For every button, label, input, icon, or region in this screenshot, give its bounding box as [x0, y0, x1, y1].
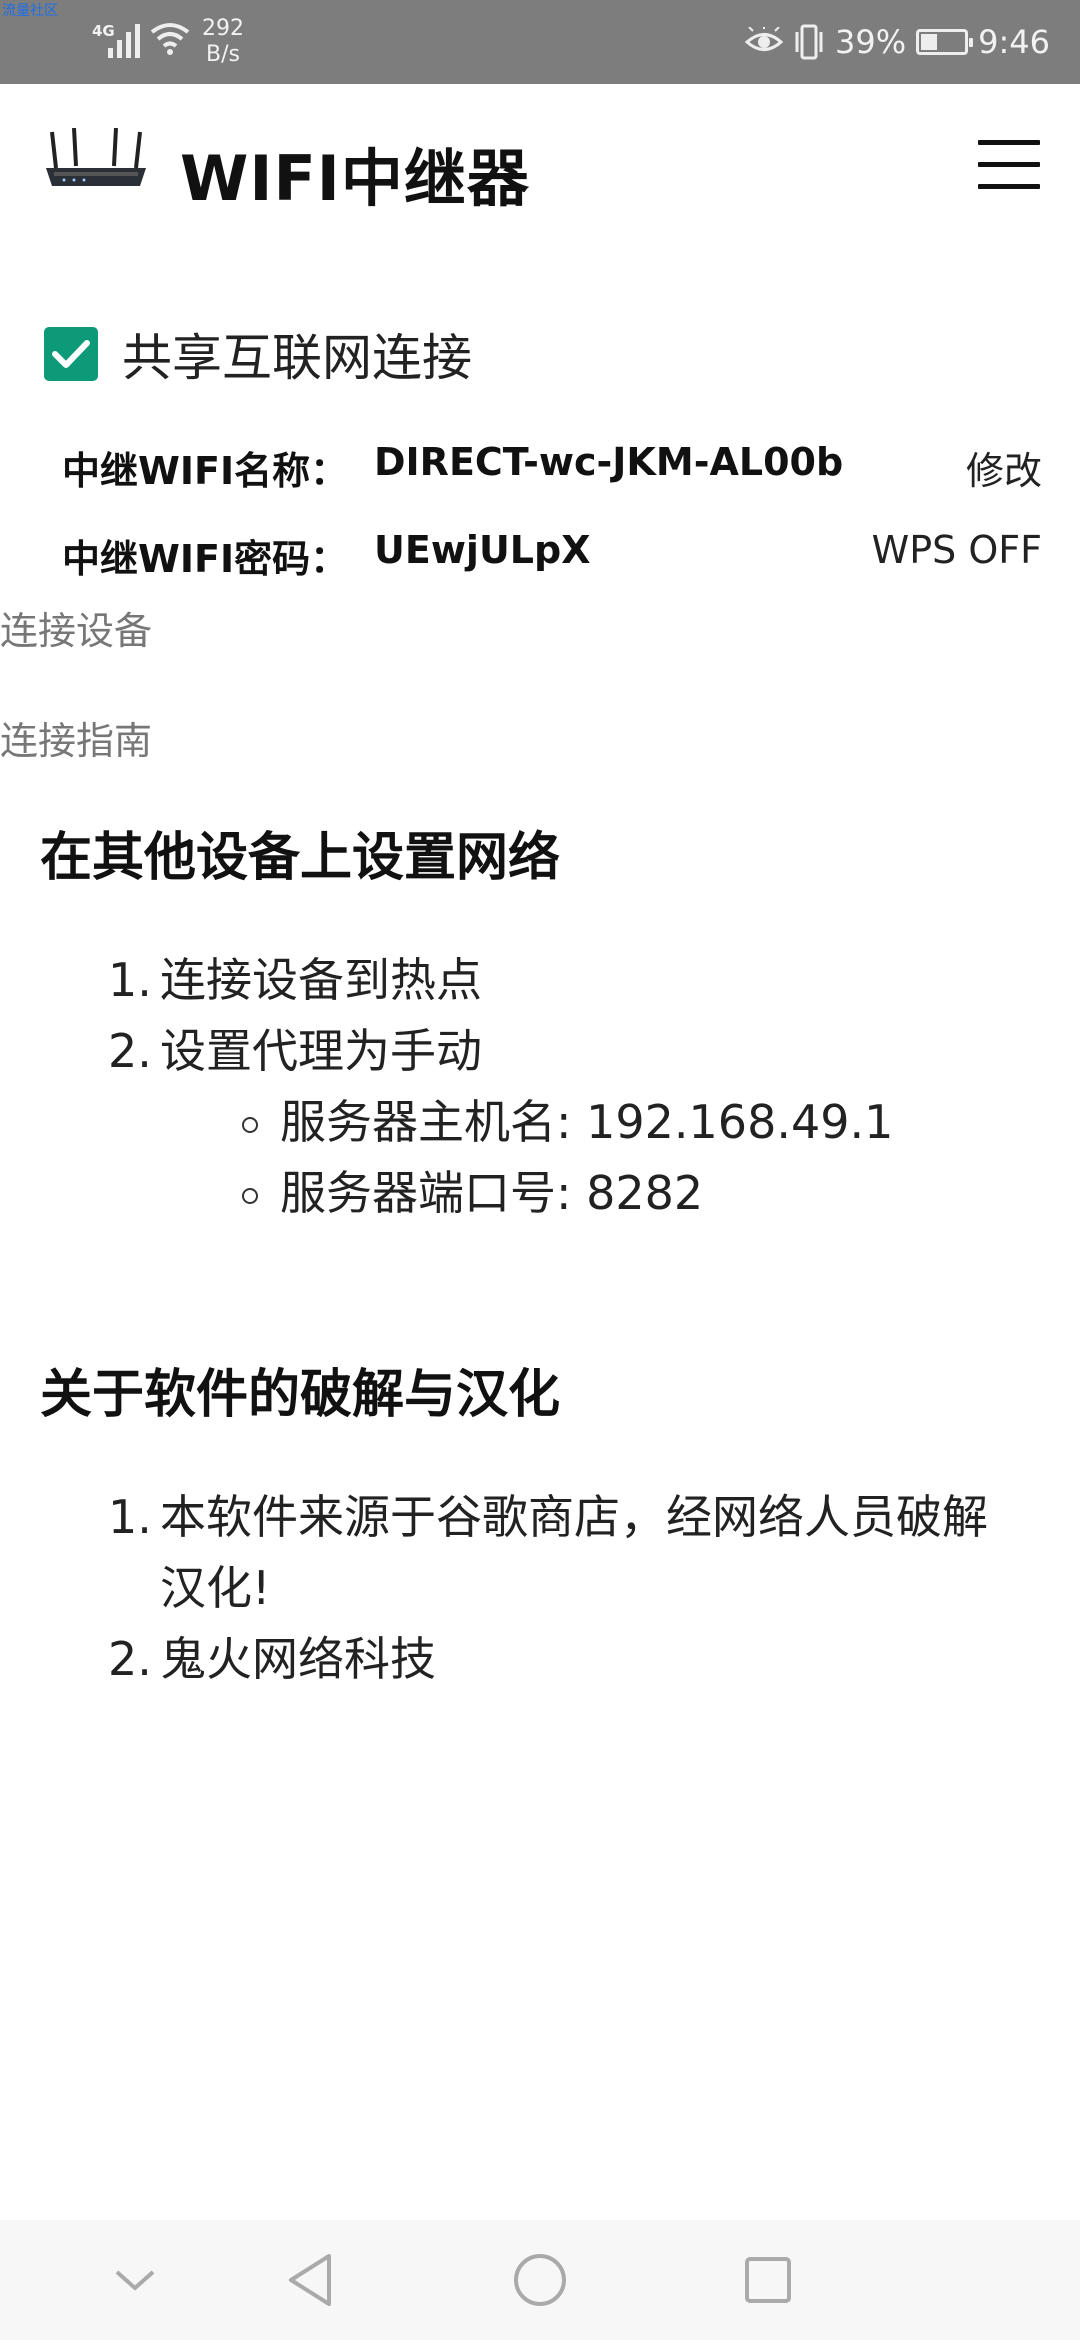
wps-toggle-button[interactable]: WPS OFF — [872, 528, 1042, 572]
connection-guide-link[interactable]: 连接指南 — [0, 710, 152, 765]
status-overlay-text: 流量社区 — [2, 3, 58, 19]
list-item: 1. 本软件来源于谷歌商店，经网络人员破解 汉化! — [108, 1482, 988, 1624]
wifi-password-value: UEwjULpX — [374, 528, 591, 572]
wifi-name-value: DIRECT-wc-JKM-AL00b — [374, 440, 844, 484]
hamburger-menu-icon[interactable] — [978, 140, 1040, 190]
list-text: 设置代理为手动 — [160, 1024, 482, 1078]
sub-list-item: 服务器端口号: 8282 — [108, 1158, 893, 1229]
list-item: 2. 鬼火网络科技 — [108, 1624, 988, 1695]
app-bar: WIFI中继器 — [0, 84, 1080, 254]
system-nav-bar — [0, 2220, 1080, 2340]
list-number: 1. — [108, 1490, 152, 1544]
server-port: 服务器端口号: 8282 — [280, 1166, 704, 1220]
recents-icon[interactable] — [738, 2250, 798, 2310]
battery-percent: 39% — [835, 23, 907, 61]
share-label: 共享互联网连接 — [122, 329, 472, 387]
network-speed: 292 B/s — [202, 16, 244, 68]
speed-unit: B/s — [206, 42, 240, 67]
sub-list-item: 服务器主机名: 192.168.49.1 — [108, 1087, 893, 1158]
list-number: 2. — [108, 1632, 152, 1686]
bullet-icon — [242, 1188, 258, 1204]
eye-icon — [745, 27, 784, 51]
vibrate-icon — [795, 24, 823, 60]
modify-button[interactable]: 修改 — [966, 440, 1042, 495]
list-number: 1. — [108, 953, 152, 1007]
server-hostname: 服务器主机名: 192.168.49.1 — [280, 1095, 894, 1149]
wifi-password-label: 中继WIFI密码： — [62, 537, 349, 581]
list-text: 鬼火网络科技 — [160, 1632, 436, 1686]
wifi-icon — [150, 23, 190, 55]
bullet-icon — [242, 1117, 258, 1133]
collapse-chevron-icon[interactable] — [105, 2250, 165, 2310]
connected-devices-link[interactable]: 连接设备 — [0, 600, 152, 655]
battery-icon — [916, 29, 974, 55]
router-icon — [46, 128, 146, 186]
list-text: 连接设备到热点 — [160, 953, 482, 1007]
clock: 9:46 — [978, 23, 1050, 61]
back-icon[interactable] — [280, 2250, 340, 2310]
list-item: 1. 连接设备到热点 — [108, 945, 893, 1016]
app-title: WIFI中继器 — [180, 142, 530, 215]
wifi-password-row: 中继WIFI密码： UEwjULpX WPS OFF — [62, 528, 1042, 588]
list-text-continued: 汉化! — [160, 1561, 271, 1615]
list-text: 本软件来源于谷歌商店，经网络人员破解 — [160, 1490, 988, 1544]
about-title: 关于软件的破解与汉化 — [40, 1365, 561, 1425]
guide-steps: 1. 连接设备到热点 2. 设置代理为手动 服务器主机名: 192.168.49… — [108, 945, 893, 1229]
list-number: 2. — [108, 1024, 152, 1078]
list-item: 2. 设置代理为手动 — [108, 1016, 893, 1087]
about-items: 1. 本软件来源于谷歌商店，经网络人员破解 汉化! 2. 鬼火网络科技 — [108, 1482, 988, 1695]
status-right: 39% 9:46 — [745, 20, 1050, 64]
guide-title: 在其他设备上设置网络 — [40, 828, 561, 888]
wifi-name-label: 中继WIFI名称： — [62, 449, 349, 493]
share-checkbox[interactable] — [44, 327, 98, 381]
wifi-name-row: 中继WIFI名称： DIRECT-wc-JKM-AL00b 修改 — [62, 440, 1042, 500]
status-bar: 流量社区 4G 292 B/s 39% 9:46 — [0, 0, 1080, 84]
check-icon — [52, 340, 90, 368]
home-icon[interactable] — [510, 2250, 570, 2310]
signal-icon — [108, 24, 140, 58]
share-internet-toggle[interactable]: 共享互联网连接 — [44, 318, 472, 390]
speed-value: 292 — [202, 16, 244, 41]
